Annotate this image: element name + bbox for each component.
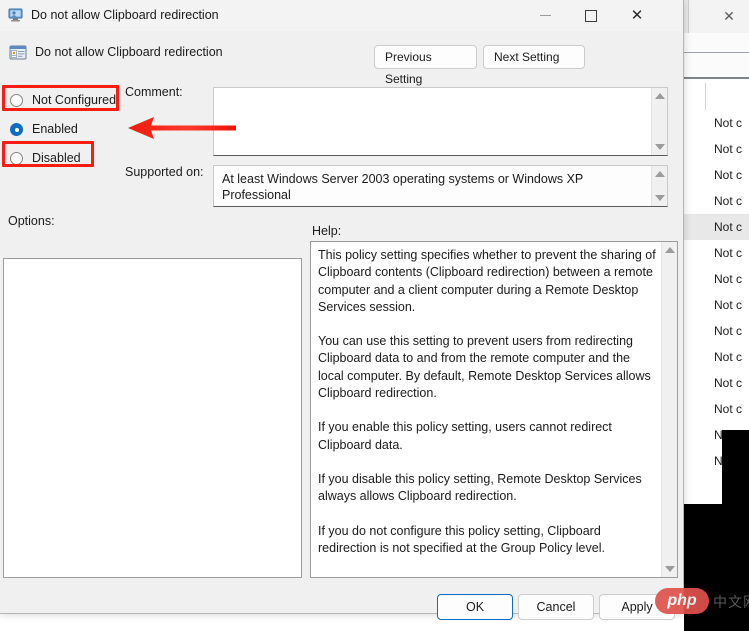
background-window-close-icon[interactable]: ✕ xyxy=(720,7,738,25)
options-label: Options: xyxy=(8,214,55,228)
list-item[interactable]: Not c xyxy=(684,292,749,318)
help-paragraph: If you do not configure this policy sett… xyxy=(318,523,605,555)
background-window-edge xyxy=(684,0,689,33)
minimize-icon xyxy=(539,15,551,17)
help-scrollbar[interactable] xyxy=(661,242,677,577)
watermark: php 中文网 xyxy=(655,584,749,618)
list-item[interactable]: Not c xyxy=(684,396,749,422)
supported-on-value: At least Windows Server 2003 operating s… xyxy=(222,172,584,202)
close-icon: ✕ xyxy=(630,7,644,24)
setting-name-label: Do not allow Clipboard redirection xyxy=(35,45,223,59)
help-panel: This policy setting specifies whether to… xyxy=(310,241,678,578)
background-window: ✕ Not c Not c Not c Not c Not c Not c No… xyxy=(684,0,749,631)
supported-on-field: At least Windows Server 2003 operating s… xyxy=(213,165,668,207)
list-item[interactable]: Not c xyxy=(684,318,749,344)
annotation-arrow-icon xyxy=(128,116,236,140)
dialog-title: Do not allow Clipboard redirection xyxy=(31,8,219,22)
list-item[interactable]: Not c xyxy=(684,214,749,240)
scroll-up-icon[interactable] xyxy=(655,93,665,99)
background-window-separator-2 xyxy=(684,77,749,79)
help-paragraph: If you enable this policy setting, users… xyxy=(318,420,612,452)
list-item[interactable]: Not c xyxy=(684,266,749,292)
next-setting-button[interactable]: Next Setting xyxy=(483,45,585,69)
list-item[interactable]: Not c xyxy=(684,240,749,266)
help-paragraph: You can use this setting to prevent user… xyxy=(318,334,651,401)
list-item[interactable]: Not c xyxy=(684,188,749,214)
options-panel[interactable] xyxy=(3,258,302,578)
help-label: Help: xyxy=(312,224,342,238)
dialog-titlebar: Do not allow Clipboard redirection ✕ xyxy=(0,0,683,31)
close-button[interactable]: ✕ xyxy=(614,0,660,31)
list-item[interactable]: Not c xyxy=(684,162,749,188)
scroll-down-icon[interactable] xyxy=(665,566,675,572)
background-window-titlebar xyxy=(684,0,749,34)
radio-label: Enabled xyxy=(32,122,78,136)
comment-input[interactable] xyxy=(213,87,668,156)
background-window-menubar xyxy=(684,33,749,52)
highlight-box-not-configured xyxy=(2,85,119,111)
watermark-logo: php xyxy=(655,588,709,614)
list-item[interactable]: Not c xyxy=(684,344,749,370)
monitor-policy-icon xyxy=(8,7,24,23)
scroll-up-icon[interactable] xyxy=(655,171,665,177)
radio-indicator xyxy=(10,123,23,136)
minimize-button[interactable] xyxy=(522,0,568,31)
comment-label: Comment: xyxy=(125,85,183,99)
scroll-up-icon[interactable] xyxy=(665,247,675,253)
ok-button[interactable]: OK xyxy=(437,594,513,620)
list-item[interactable]: Not c xyxy=(684,110,749,136)
help-paragraph: If you disable this policy setting, Remo… xyxy=(318,471,642,504)
watermark-site-text: 中文网 xyxy=(713,594,749,610)
scroll-down-icon[interactable] xyxy=(655,144,665,150)
supported-on-label: Supported on: xyxy=(125,165,204,179)
background-window-toolbar xyxy=(684,53,749,77)
previous-setting-button[interactable]: Previous Setting xyxy=(374,45,477,86)
policy-setting-icon xyxy=(9,44,27,62)
highlight-box-disabled xyxy=(2,141,94,167)
help-text: This policy setting specifies whether to… xyxy=(318,247,656,574)
maximize-icon xyxy=(585,9,597,22)
cancel-button[interactable]: Cancel xyxy=(518,594,594,620)
background-window-column-divider xyxy=(705,83,706,110)
list-item[interactable]: Not c xyxy=(684,136,749,162)
maximize-button[interactable] xyxy=(568,0,614,31)
supported-on-scrollbar[interactable] xyxy=(651,166,667,206)
scroll-down-icon[interactable] xyxy=(655,195,665,201)
list-item[interactable]: Not c xyxy=(684,370,749,396)
help-paragraph: This policy setting specifies whether to… xyxy=(318,248,656,314)
comment-scrollbar[interactable] xyxy=(651,88,667,155)
